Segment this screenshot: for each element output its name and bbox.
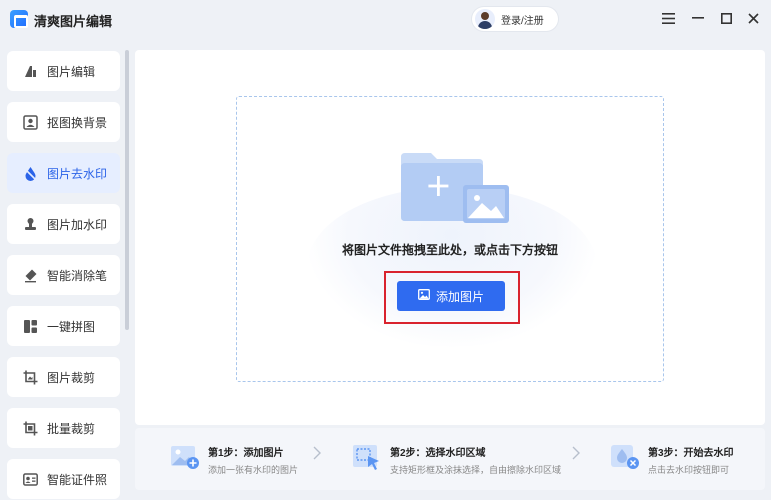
step-title: 第2步：选择水印区域: [390, 448, 486, 459]
sidebar: 图片编辑 抠图换背景 图片去水印 图片加水印 智能消除笔 一键拼图 图片裁剪 批…: [0, 40, 130, 500]
batch-crop-icon: [22, 420, 38, 436]
step-desc: 支持矩形框及涂抹选择，自由擦除水印区域: [390, 465, 562, 475]
maximize-icon[interactable]: [716, 8, 736, 28]
add-image-label: 添加图片: [435, 289, 484, 304]
login-button[interactable]: 登录/注册: [472, 7, 558, 31]
chevron-right-icon: [313, 446, 321, 463]
portrait-frame-icon: [22, 114, 38, 130]
step-3: 第3步：开始去水印 点击去水印按钮即可: [610, 442, 734, 476]
sidebar-item-smart-eraser[interactable]: 智能消除笔: [7, 255, 120, 295]
sidebar-item-batch-crop[interactable]: 批量裁剪: [7, 408, 120, 448]
sidebar-item-image-edit[interactable]: 图片编辑: [7, 51, 120, 91]
sidebar-item-label: 图片去水印: [47, 166, 108, 181]
eraser-icon: [22, 267, 38, 283]
select-area-step-icon: [353, 445, 379, 470]
sidebar-item-label: 批量裁剪: [47, 421, 96, 436]
stamp-icon: [22, 216, 38, 232]
sidebar-item-label: 智能消除笔: [47, 268, 108, 283]
add-image-button[interactable]: 添加图片: [397, 281, 505, 311]
sidebar-item-label: 图片裁剪: [47, 370, 96, 385]
edit-tool-icon: [22, 63, 38, 79]
image-icon: [418, 289, 430, 303]
sidebar-item-id-photo[interactable]: 智能证件照: [7, 459, 120, 499]
folder-add-image-icon: [401, 153, 509, 223]
sidebar-item-label: 智能证件照: [47, 472, 108, 487]
step-2: 第2步：选择水印区域 支持矩形框及涂抹选择，自由擦除水印区域: [352, 442, 561, 476]
sidebar-item-collage[interactable]: 一键拼图: [7, 306, 120, 346]
remove-watermark-step-icon: [611, 445, 639, 469]
drop-zone[interactable]: 将图片文件拖拽至此处，或点击下方按钮 添加图片: [236, 96, 664, 382]
step-desc: 点击去水印按钮即可: [648, 465, 730, 475]
step-1: 第1步：添加图片 添加一张有水印的图片: [170, 442, 298, 476]
sidebar-item-crop[interactable]: 图片裁剪: [7, 357, 120, 397]
sidebar-item-add-watermark[interactable]: 图片加水印: [7, 204, 120, 244]
avatar: [475, 9, 495, 29]
sidebar-item-label: 抠图换背景: [47, 115, 108, 130]
close-icon[interactable]: [743, 8, 763, 28]
step-title: 第3步：开始去水印: [648, 448, 734, 459]
drop-hint-text: 将图片文件拖拽至此处，或点击下方按钮: [341, 243, 558, 257]
sidebar-item-label: 图片编辑: [47, 64, 96, 79]
step-desc: 添加一张有水印的图片: [208, 465, 299, 475]
sidebar-item-remove-watermark[interactable]: 图片去水印: [7, 153, 120, 193]
main-panel: 将图片文件拖拽至此处，或点击下方按钮 添加图片: [135, 50, 765, 425]
water-drop-icon: [22, 165, 38, 181]
app-title: 清爽图片编辑: [34, 14, 113, 29]
sidebar-item-label: 图片加水印: [47, 217, 108, 232]
title-bar: 清爽图片编辑 登录/注册: [0, 0, 771, 38]
minimize-icon[interactable]: [688, 8, 708, 28]
login-label: 登录/注册: [501, 15, 544, 27]
app-logo-icon: [10, 10, 28, 28]
sidebar-item-cutout[interactable]: 抠图换背景: [7, 102, 120, 142]
menu-icon[interactable]: [658, 8, 678, 28]
add-image-step-icon: [171, 446, 199, 469]
sidebar-item-label: 一键拼图: [47, 319, 96, 334]
sidebar-scrollbar[interactable]: [125, 50, 129, 330]
crop-icon: [22, 369, 38, 385]
step-title: 第1步：添加图片: [208, 448, 284, 459]
chevron-right-icon: [572, 446, 580, 463]
collage-icon: [22, 318, 38, 334]
id-card-icon: [22, 471, 38, 487]
steps-bar: 第1步：添加图片 添加一张有水印的图片 第2步：选择水印区域 支持矩形框及涂抹选…: [135, 428, 765, 490]
